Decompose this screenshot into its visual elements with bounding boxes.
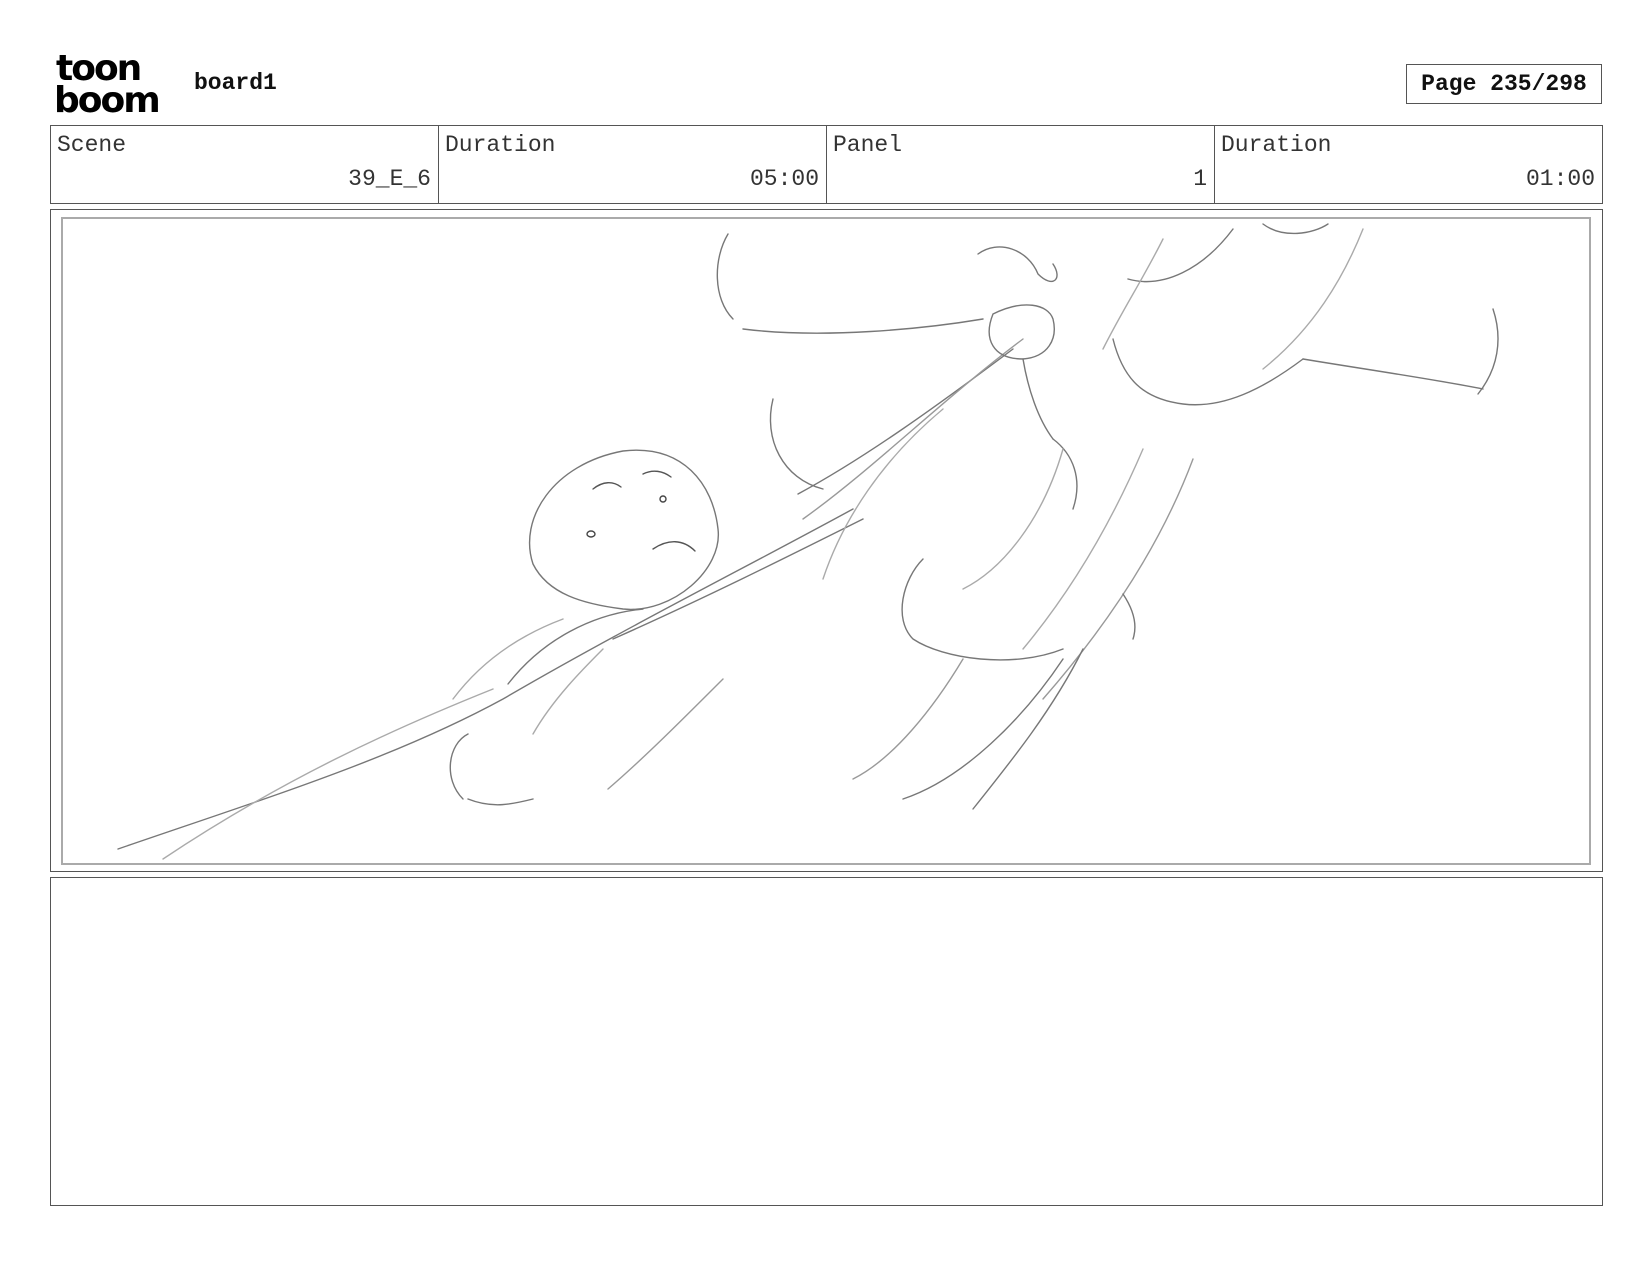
storyboard-sketch <box>117 223 1499 860</box>
panel-duration-label: Duration <box>1221 132 1332 158</box>
panel-cell: Panel 1 <box>827 126 1215 203</box>
logo-line2: boom <box>54 80 159 116</box>
board-title: board1 <box>194 70 277 96</box>
panel-value: 1 <box>1193 166 1207 192</box>
page-indicator: Page 235/298 <box>1406 64 1602 104</box>
scene-info-row: Scene 39_E_6 Duration 05:00 Panel 1 Dura… <box>50 125 1603 204</box>
scene-value: 39_E_6 <box>348 166 431 192</box>
panel-label: Panel <box>833 132 903 158</box>
panel-notes-box <box>50 877 1603 1206</box>
panel-duration-cell: Duration 01:00 <box>1215 126 1602 203</box>
toonboom-logo: toon boom <box>54 48 170 121</box>
panel-duration-value: 01:00 <box>1525 166 1595 192</box>
scene-label: Scene <box>57 132 127 158</box>
scene-duration-cell: Duration 05:00 <box>439 126 827 203</box>
scene-cell: Scene 39_E_6 <box>51 126 439 203</box>
scene-duration-value: 05:00 <box>749 166 819 192</box>
scene-duration-label: Duration <box>445 132 556 158</box>
panel-image <box>61 217 1591 865</box>
